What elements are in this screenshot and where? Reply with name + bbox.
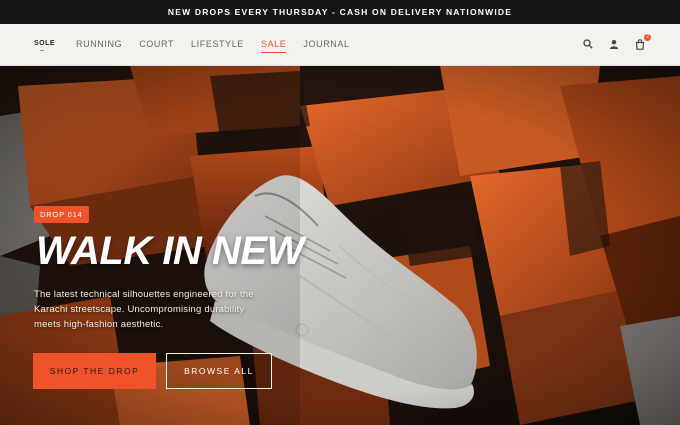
- nav-link-journal[interactable]: JOURNAL: [303, 39, 349, 53]
- nav-link-court[interactable]: COURT: [139, 39, 174, 53]
- cart-icon[interactable]: 2: [634, 34, 651, 50]
- browse-all-button[interactable]: BROWSE ALL: [166, 353, 272, 389]
- brand-logo[interactable]: SOLE: [34, 40, 55, 47]
- nav-link-sale[interactable]: SALE: [260, 39, 287, 53]
- nav-links: RUNNING COURT LIFESTYLE SALE JOURNAL: [76, 39, 350, 53]
- account-icon[interactable]: [608, 38, 620, 50]
- nav-link-lifestyle[interactable]: LIFESTYLE: [191, 39, 244, 53]
- cart-count-badge: 2: [644, 34, 651, 41]
- announcement-text: NEW DROPS EVERY THURSDAY - CASH ON DELIV…: [167, 7, 513, 17]
- hero-headline: WALK IN NEW: [36, 229, 304, 273]
- nav-icons: 2: [582, 34, 651, 50]
- announcement-bar: NEW DROPS EVERY THURSDAY - CASH ON DELIV…: [0, 0, 680, 24]
- logo-underline: [40, 50, 44, 51]
- main-nav: SOLE RUNNING COURT LIFESTYLE SALE JOURNA…: [0, 24, 680, 66]
- hero-subtext: The latest technical silhouettes enginee…: [34, 289, 254, 330]
- shop-the-drop-button[interactable]: SHOP THE DROP: [33, 353, 156, 389]
- drop-tag: DROP 014: [34, 206, 89, 223]
- search-icon[interactable]: [582, 38, 594, 50]
- nav-link-running[interactable]: RUNNING: [76, 39, 122, 53]
- hero-banner: DROP 014 WALK IN NEW The latest technica…: [0, 66, 680, 425]
